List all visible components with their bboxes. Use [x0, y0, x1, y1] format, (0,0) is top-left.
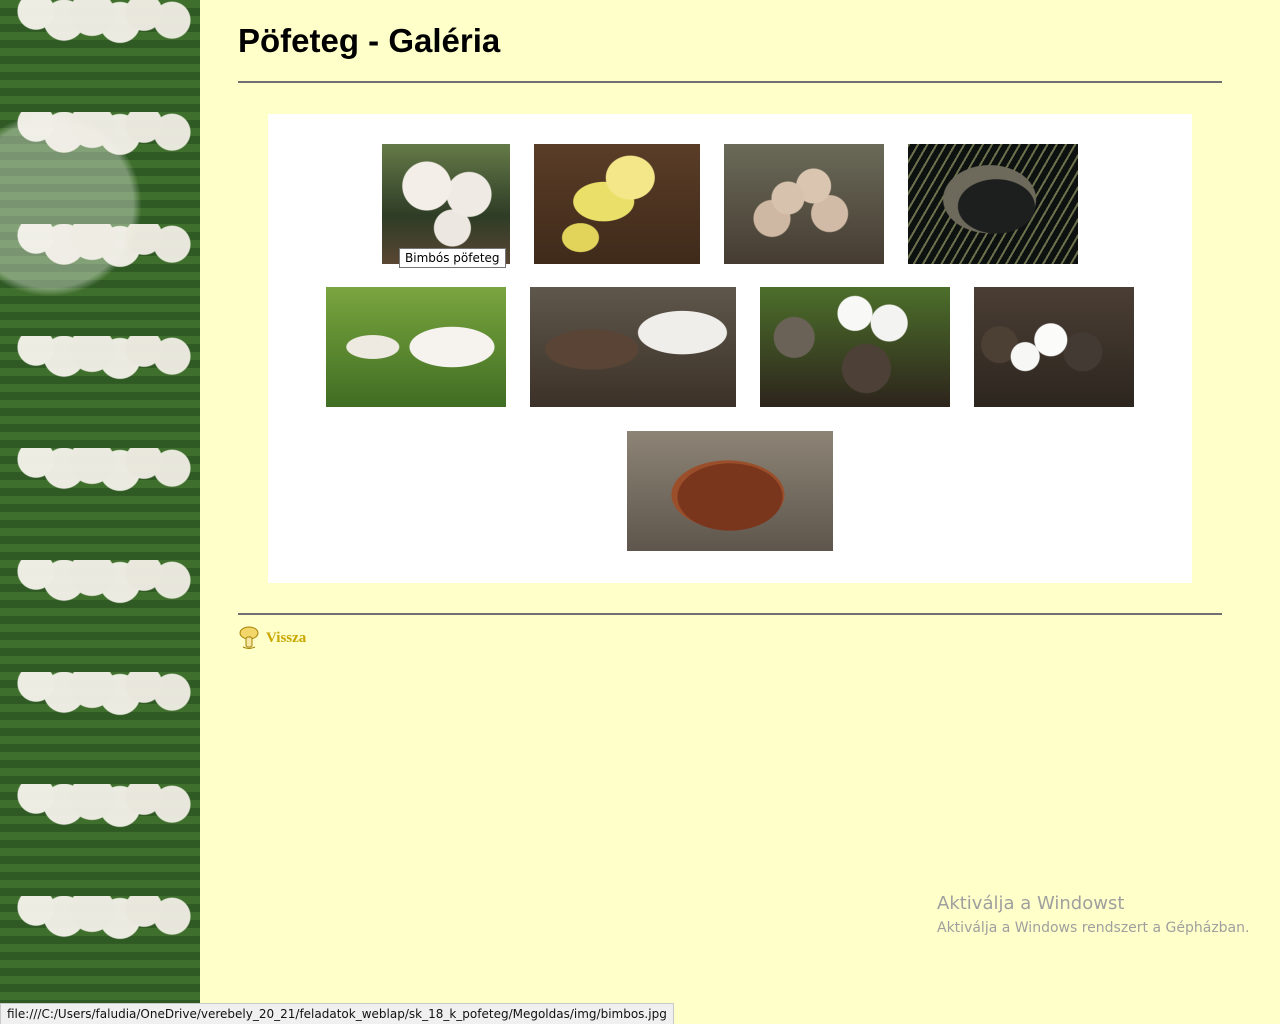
header-divider: [238, 81, 1222, 83]
watermark-line-1: Aktiválja a Windowst: [937, 893, 1125, 914]
watermark-line-2: Aktiválja a Windows rendszert a Gépházba…: [937, 920, 1250, 936]
cut-puffball-thumbnail[interactable]: [530, 287, 736, 407]
giant-white-puffball-thumbnail[interactable]: [326, 287, 506, 407]
puffballs-in-grass-thumbnail[interactable]: [760, 287, 950, 407]
white-and-dark-puffballs-thumbnail[interactable]: [974, 287, 1134, 407]
image-tooltip: Bimbós pöfeteg: [399, 248, 506, 268]
gallery-panel: Bimbós pöfeteg: [268, 114, 1192, 583]
back-link-label: Vissza: [266, 629, 307, 646]
dark-cracked-puffball-thumbnail[interactable]: [908, 144, 1078, 264]
footer-divider: [238, 613, 1222, 615]
windows-activation-watermark: Aktiválja a Windowst Aktiválja a Windows…: [937, 893, 1249, 936]
yellow-mushroom-thumbnail[interactable]: [534, 144, 700, 264]
decorative-puffball-column: [0, 0, 200, 1024]
main-content: Pöfeteg - Galéria Bimbós pöfeteg Vissza: [238, 0, 1222, 1024]
page-title: Pöfeteg - Galéria: [238, 22, 501, 59]
pale-puffballs-thumbnail[interactable]: [724, 144, 884, 264]
bimbos-pofeteg-thumbnail[interactable]: [382, 144, 510, 264]
brown-puffball-thumbnail[interactable]: [627, 431, 833, 551]
mushroom-icon: [239, 626, 259, 649]
status-bar-url: file:///C:/Users/faludia/OneDrive/verebe…: [0, 1003, 674, 1024]
back-link[interactable]: Vissza: [238, 626, 306, 650]
